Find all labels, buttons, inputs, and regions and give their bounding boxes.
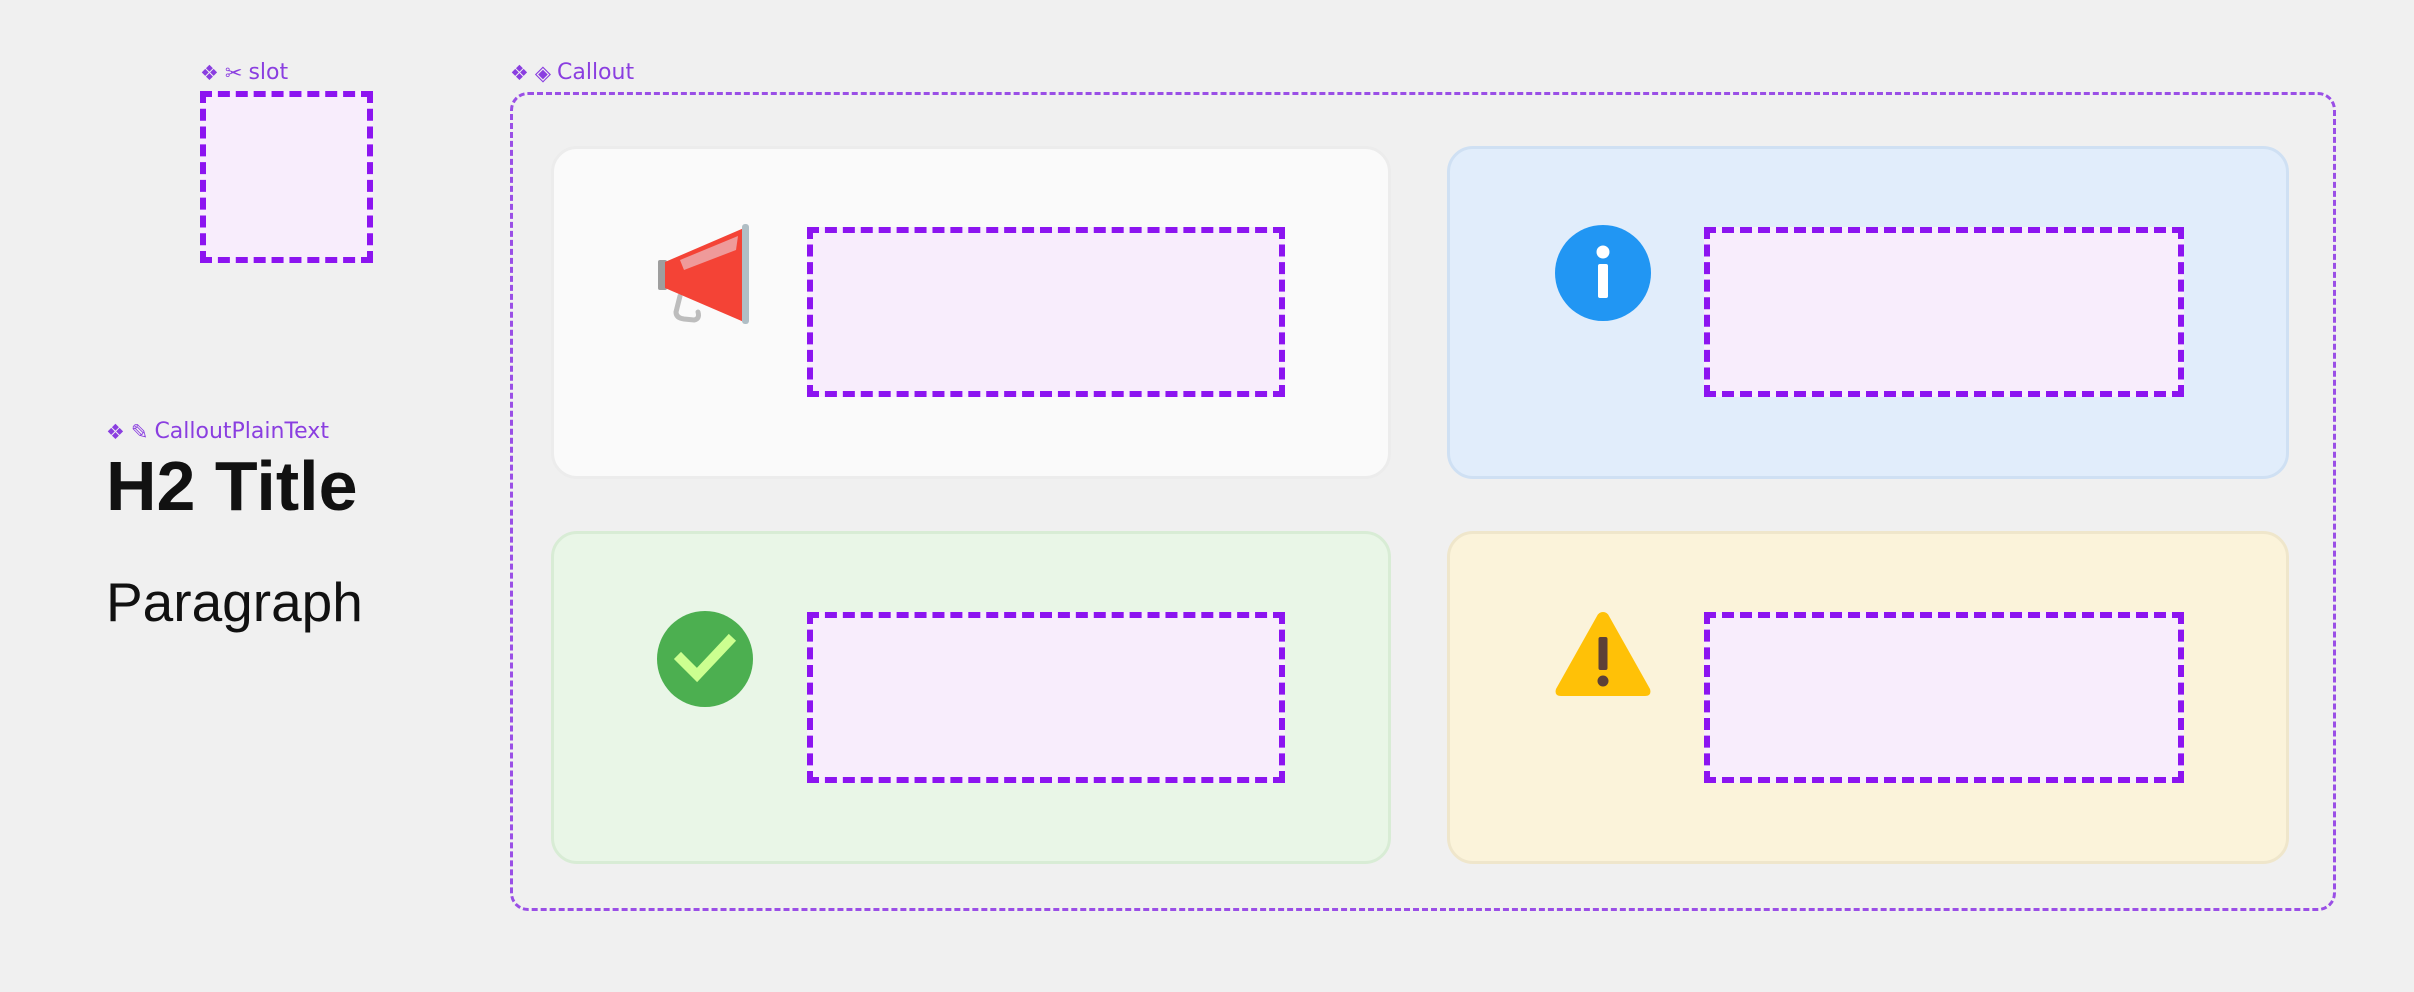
callout-info-content-slot[interactable] xyxy=(1704,227,2184,397)
callout-plain-text-name: CalloutPlainText xyxy=(154,419,329,444)
component-icon: ❖ xyxy=(510,60,529,85)
diamond-icon: ◈ xyxy=(534,60,551,85)
callout-warning-content-slot[interactable] xyxy=(1704,612,2184,783)
info-icon xyxy=(1555,225,1651,321)
callout-plain-content-slot[interactable] xyxy=(807,227,1285,397)
scissors-icon: ✂ xyxy=(224,60,243,85)
callout-plain-text-label[interactable]: ❖ ✎ CalloutPlainText xyxy=(106,419,329,444)
component-icon: ❖ xyxy=(200,60,219,85)
component-icon: ❖ xyxy=(106,419,125,444)
pencil-icon: ✎ xyxy=(130,419,149,444)
check-circle-icon xyxy=(657,611,753,707)
slot-component-label[interactable]: ❖ ✂ slot xyxy=(200,60,288,85)
callout-success-content-slot[interactable] xyxy=(807,612,1285,783)
callout-component-name: Callout xyxy=(556,60,635,85)
callout-component-label[interactable]: ❖ ◈ Callout xyxy=(510,60,634,85)
megaphone-icon xyxy=(658,224,749,324)
slot-placeholder[interactable] xyxy=(200,91,373,263)
h2-title: H2 Title xyxy=(106,447,358,525)
warning-icon xyxy=(1555,612,1651,696)
slot-component-name: slot xyxy=(248,60,289,85)
paragraph-text: Paragraph xyxy=(106,571,363,633)
